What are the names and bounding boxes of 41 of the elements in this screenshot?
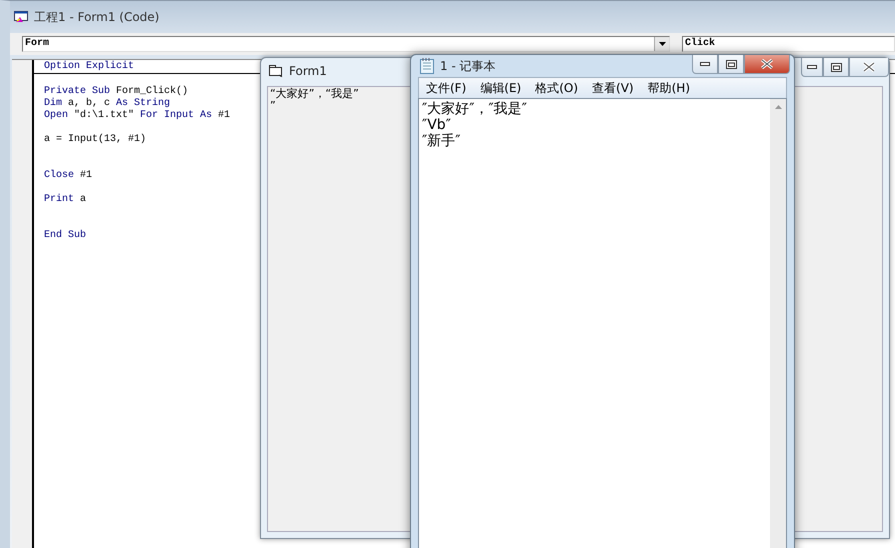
code-line: Dim a, b, c As String xyxy=(44,98,170,110)
menu-item[interactable]: 查看(V) xyxy=(585,80,641,96)
code-line: End Sub xyxy=(44,230,86,242)
window-title: 1 - 记事本 xyxy=(440,58,496,74)
close-button[interactable] xyxy=(744,55,790,74)
text-line: ″Vb″ xyxy=(422,117,451,133)
close-icon xyxy=(863,62,875,72)
menu-item[interactable]: 格式(O) xyxy=(528,80,586,96)
code-line: Private Sub Form_Click() xyxy=(44,86,188,98)
procedure-dropdown[interactable]: Click xyxy=(682,36,895,52)
notepad-icon xyxy=(420,58,434,74)
code-editor[interactable]: Option Explicit Private Sub Form_Click() Dim a, b, c As String Open "d:\1.txt" For Input As #1 a = Input(13, #1) Close #1 Print a End Sub xyxy=(44,60,258,548)
maximize-button[interactable] xyxy=(718,55,744,74)
minimize-button[interactable] xyxy=(692,55,718,74)
object-dropdown[interactable]: Form xyxy=(22,36,670,52)
close-button[interactable] xyxy=(849,58,889,77)
window-title: 工程1 - Form1 (Code) xyxy=(34,8,160,26)
maximize-icon xyxy=(726,60,736,68)
menu-item[interactable]: 编辑(E) xyxy=(473,80,528,96)
code-line: a = Input(13, #1) xyxy=(44,134,146,146)
form-icon xyxy=(269,65,283,77)
code-window-icon xyxy=(14,11,28,23)
output-text: “大家好”，“我是” xyxy=(270,88,359,100)
minimize-icon xyxy=(700,62,710,66)
minimize-button[interactable] xyxy=(801,58,823,77)
minimize-icon xyxy=(807,65,817,69)
window-title: Form1 xyxy=(289,64,327,78)
code-line: Print a xyxy=(44,194,86,206)
code-line: Option Explicit xyxy=(44,61,134,73)
menu-item[interactable]: 文件(F) xyxy=(419,80,474,96)
maximize-icon xyxy=(830,62,842,72)
close-icon xyxy=(761,59,773,69)
dropdown-arrow-icon xyxy=(658,42,666,46)
scroll-up-arrow-icon xyxy=(774,105,782,109)
text-line: ″新手″ xyxy=(422,133,460,149)
code-line: Close #1 xyxy=(44,170,92,182)
output-text: ” xyxy=(270,100,276,112)
maximize-button[interactable] xyxy=(823,58,849,77)
text-line: ″大家好″，″我是″ xyxy=(422,101,527,117)
code-line: Open "d:\1.txt" For Input As #1 xyxy=(44,110,230,122)
menu-item[interactable]: 帮助(H) xyxy=(640,80,697,96)
